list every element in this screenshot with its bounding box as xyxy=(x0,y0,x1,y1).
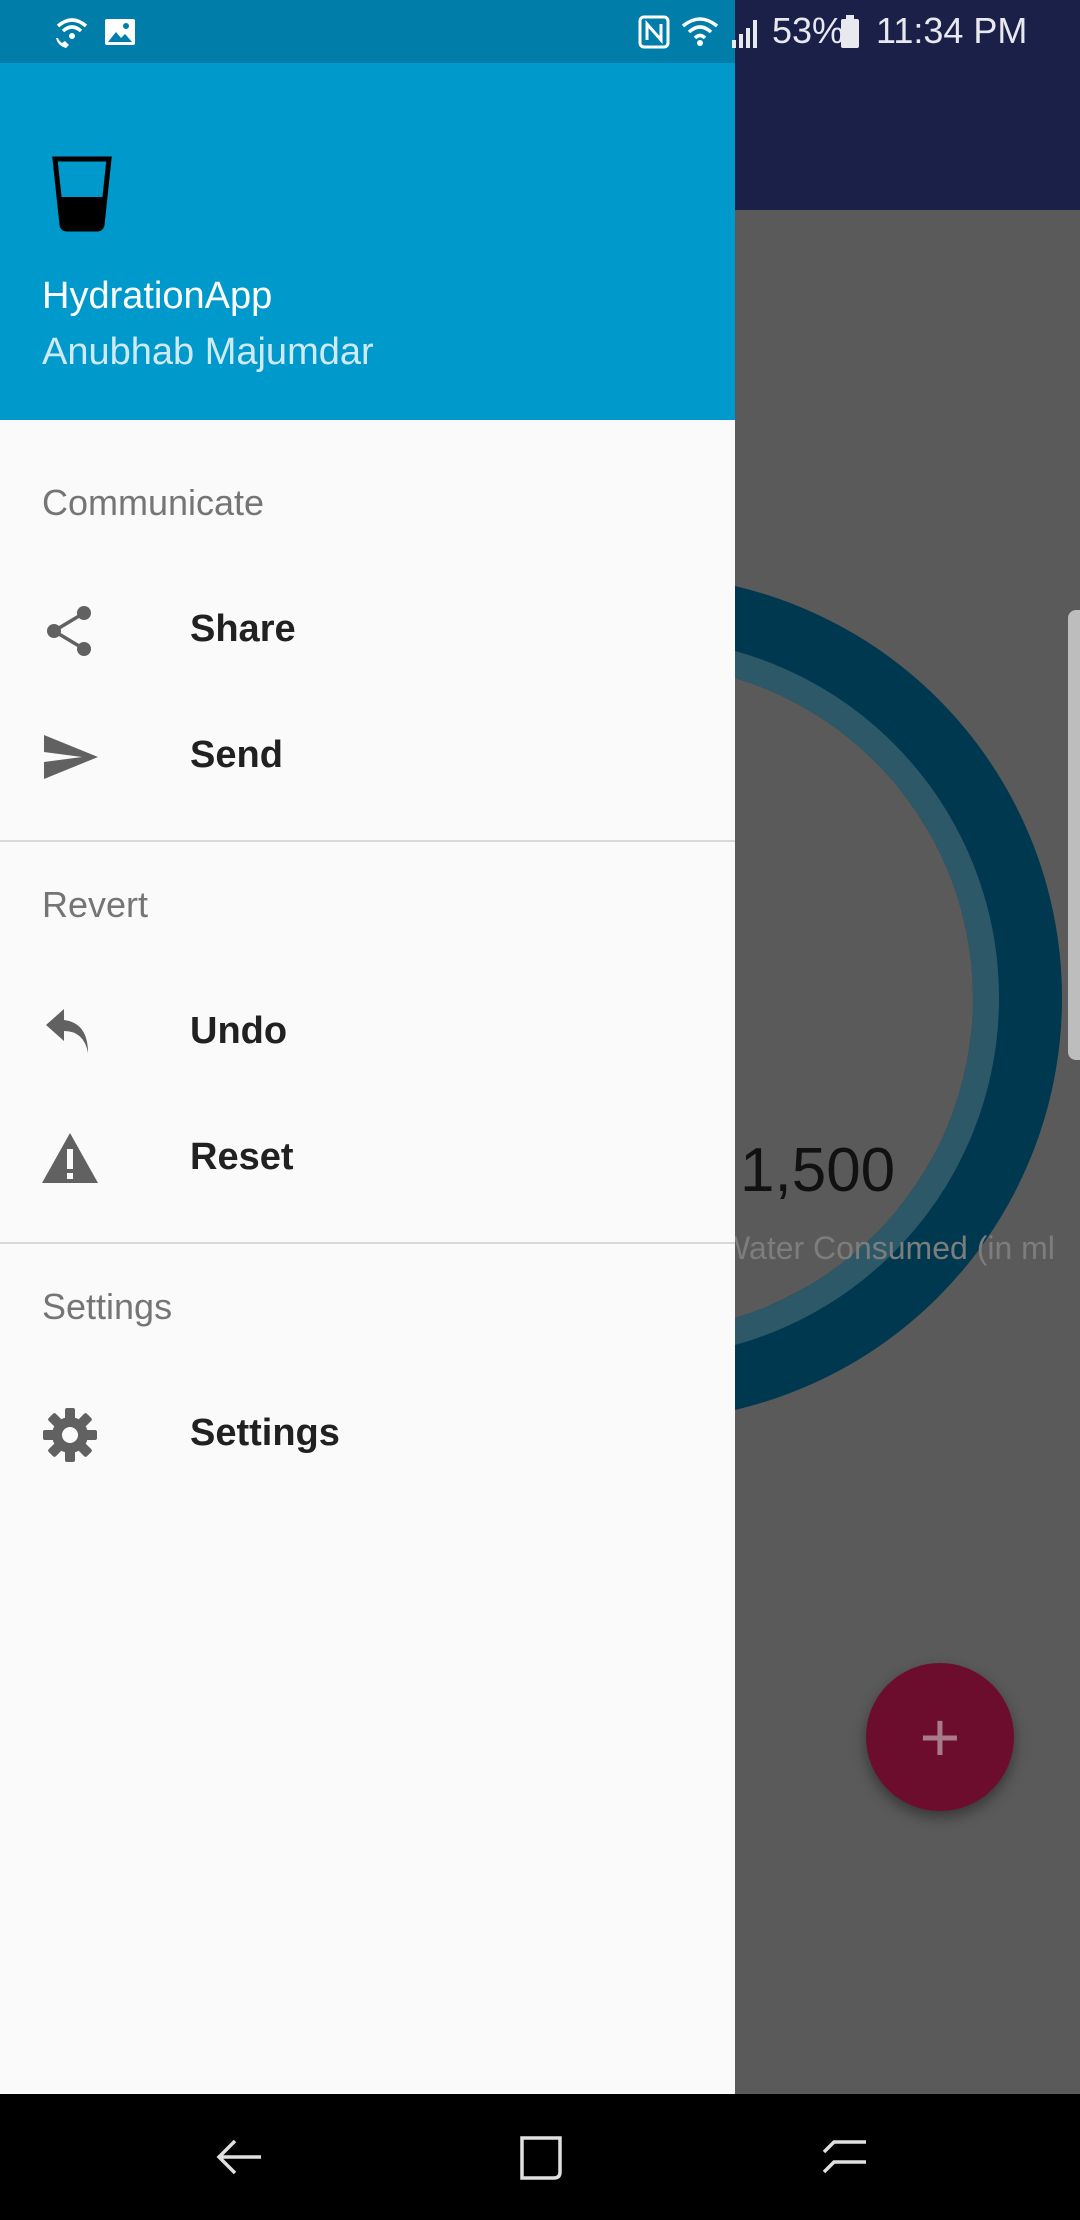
navigation-bar xyxy=(0,2094,1080,2220)
warning-icon xyxy=(42,1133,98,1183)
water-consumed-value: 1,500 xyxy=(740,1136,896,1205)
home-icon[interactable] xyxy=(506,2122,576,2192)
menu-item-label: Reset xyxy=(190,1136,294,1178)
add-water-button[interactable]: + xyxy=(866,1663,1014,1811)
image-icon xyxy=(105,19,135,45)
edge-panel-handle[interactable] xyxy=(1068,610,1080,1060)
menu-item-label: Share xyxy=(190,608,296,650)
battery-icon xyxy=(841,15,859,48)
menu-item-undo[interactable]: Undo xyxy=(0,970,735,1096)
app-name: HydrationApp xyxy=(42,275,273,317)
battery-percentage: 53% xyxy=(772,10,845,51)
navigation-drawer: HydrationApp Anubhab Majumdar Communicat… xyxy=(0,0,735,2094)
nfc-icon xyxy=(638,15,670,49)
gear-icon xyxy=(43,1408,97,1462)
menu-item-reset[interactable]: Reset xyxy=(0,1096,735,1222)
water-glass-icon xyxy=(52,156,112,232)
section-title-communicate: Communicate xyxy=(42,482,265,523)
menu-item-label: Send xyxy=(190,734,283,776)
drawer-header: HydrationApp Anubhab Majumdar xyxy=(0,63,735,420)
menu-item-label: Undo xyxy=(190,1010,288,1052)
menu-item-share[interactable]: Share xyxy=(0,568,735,694)
wifi-calling-icon xyxy=(56,18,88,48)
recents-icon[interactable] xyxy=(810,2122,880,2192)
divider xyxy=(0,840,735,842)
clock: 11:34 PM xyxy=(876,10,1028,51)
wifi-icon xyxy=(681,17,719,46)
water-consumed-label: Water Consumed (in ml xyxy=(720,1230,1055,1266)
section-title-settings: Settings xyxy=(42,1286,173,1327)
divider xyxy=(0,1242,735,1244)
user-name: Anubhab Majumdar xyxy=(42,331,374,373)
menu-item-send[interactable]: Send xyxy=(0,694,735,820)
send-icon xyxy=(44,735,98,779)
status-bar: 53% 11:34 PM xyxy=(0,0,1080,63)
share-icon xyxy=(47,606,91,656)
menu-item-label: Settings xyxy=(190,1412,340,1454)
back-icon[interactable] xyxy=(205,2122,275,2192)
undo-icon xyxy=(46,1009,88,1053)
menu-item-settings[interactable]: Settings xyxy=(0,1372,735,1498)
section-title-revert: Revert xyxy=(42,884,149,925)
signal-icon xyxy=(732,20,757,48)
